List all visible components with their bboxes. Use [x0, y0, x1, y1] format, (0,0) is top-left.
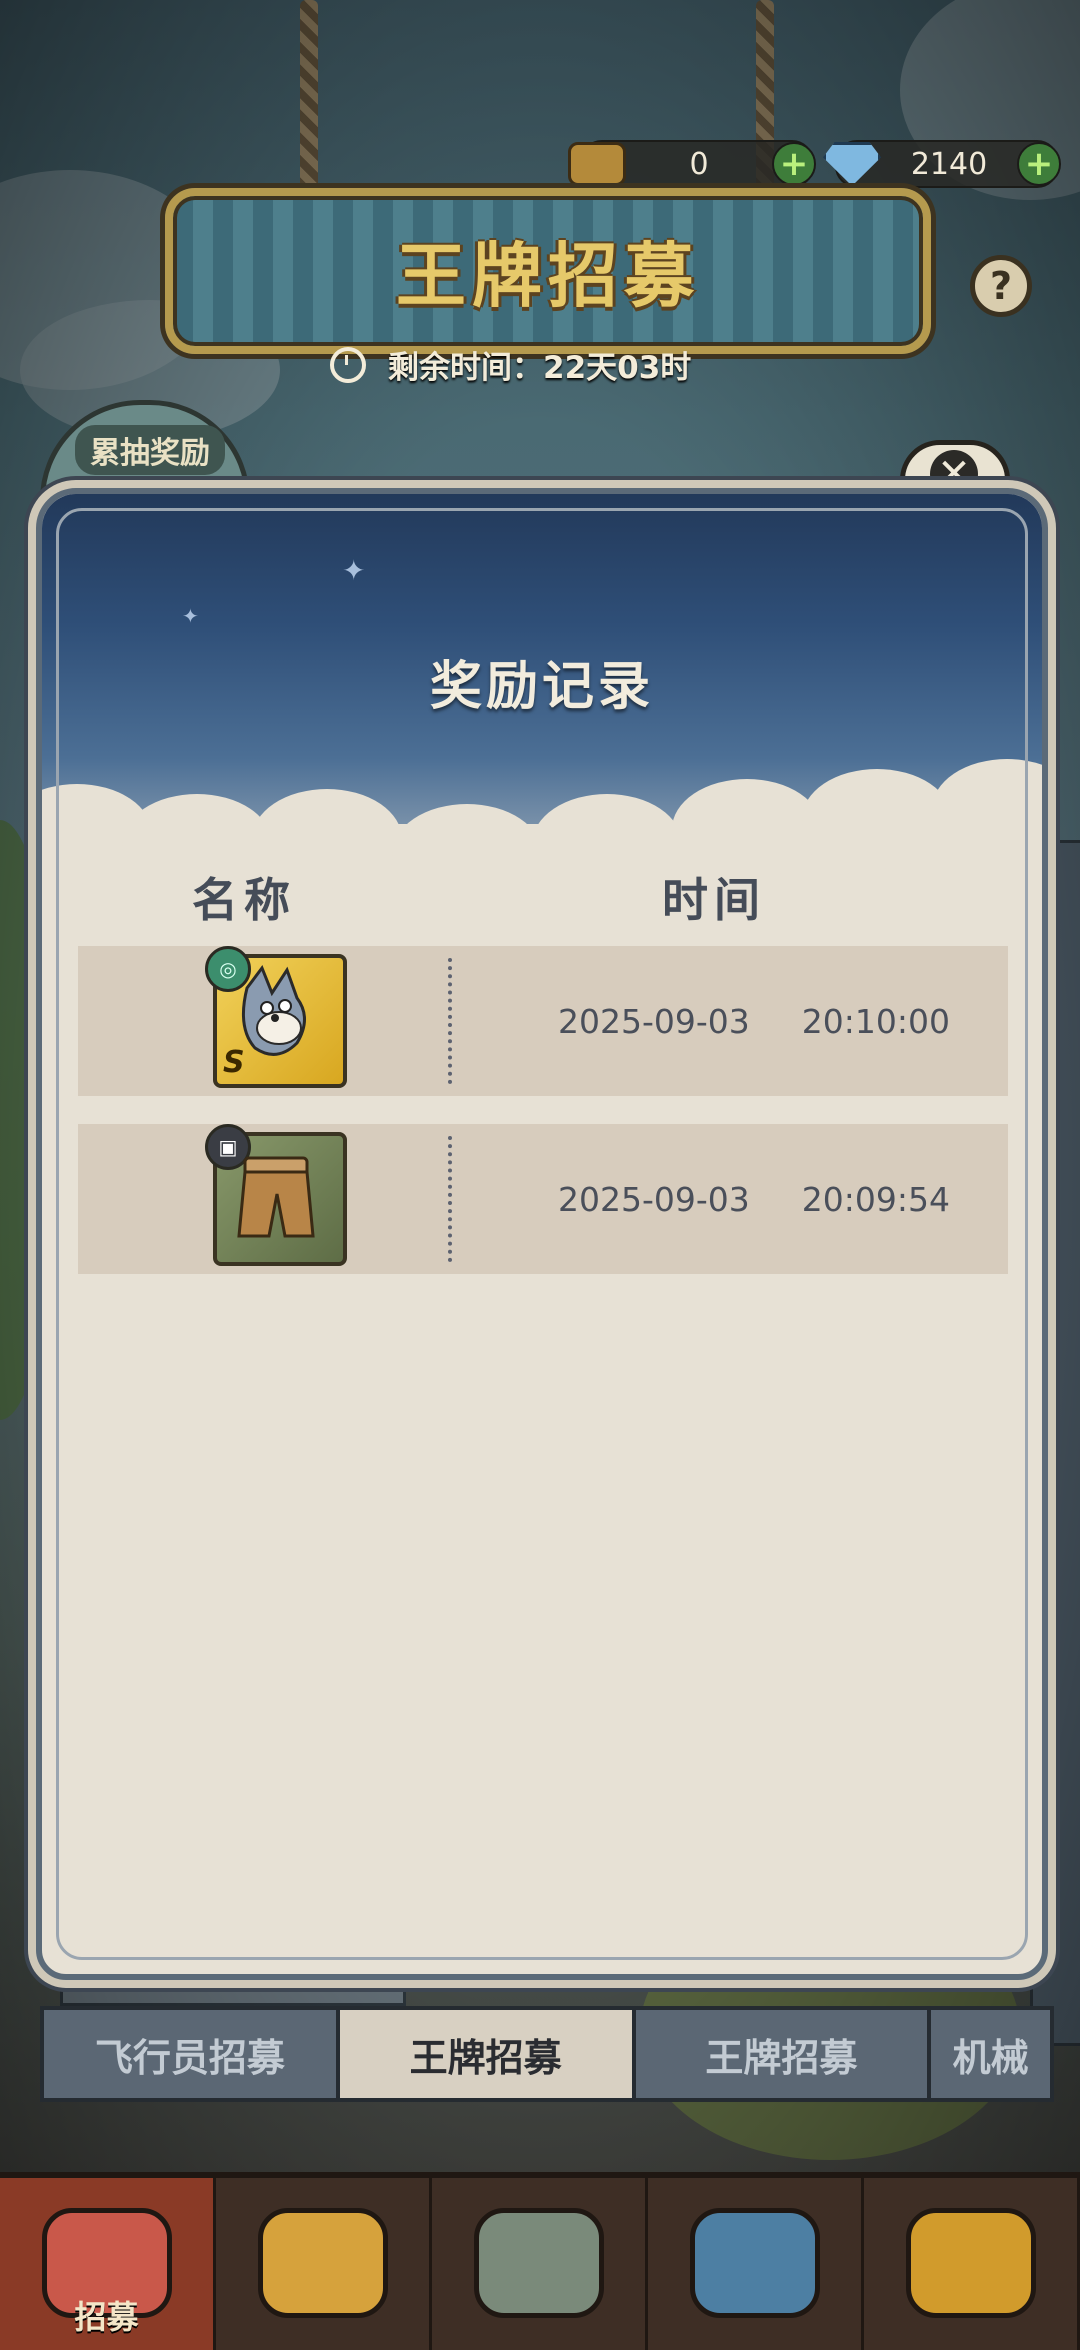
reward-record-dialog: ✦ ✦ 奖励记录 名称 时间 ◎ S 2025-09-03 20:10:00 ▣… — [36, 488, 1048, 1980]
dialog-title: 奖励记录 — [429, 657, 654, 717]
tab-pilot-recruit[interactable]: 飞行员招募 — [40, 2006, 340, 2102]
rope-decoration — [300, 0, 318, 200]
record-date: 2025-09-03 — [558, 1001, 750, 1041]
tab-ace-recruit[interactable]: 王牌招募 — [335, 2006, 636, 2102]
remaining-time: 剩余时间： 22天03时 — [330, 342, 691, 387]
timer-label: 剩余时间： — [388, 350, 543, 386]
coupon-icon — [568, 142, 626, 186]
record-time: 20:10:00 — [801, 1001, 950, 1041]
pants-image — [237, 1156, 315, 1238]
header-cloud-edge — [42, 754, 1042, 904]
tab-mechanic[interactable]: 机械 — [927, 2006, 1054, 2102]
coupon-currency-bar: 0 + — [568, 140, 816, 188]
tab-ace-recruit-2[interactable]: 王牌招募 — [631, 2006, 932, 2102]
goggles-chest-icon — [689, 2208, 820, 2318]
page-title: 王牌招募 — [396, 235, 700, 317]
record-date: 2025-09-03 — [558, 1179, 750, 1219]
star-decoration: ✦ — [182, 604, 199, 628]
cumulative-reward-label: 累抽奖励 — [75, 425, 225, 475]
bottom-nav: 招募 — [0, 2172, 1080, 2350]
nav-recruit[interactable]: 招募 — [0, 2178, 216, 2350]
record-row: ◎ S 2025-09-03 20:10:00 — [78, 946, 1008, 1096]
column-divider — [448, 958, 452, 1084]
tom-character-card-icon[interactable]: ◎ S — [205, 946, 347, 1088]
brown-pants-costume-icon[interactable]: ▣ — [205, 1124, 347, 1266]
add-diamond-button[interactable]: + — [1017, 142, 1061, 186]
timer-value: 22天03时 — [543, 350, 692, 386]
help-question-icon[interactable]: ? — [970, 255, 1032, 317]
record-row: ▣ 2025-09-03 20:09:54 — [78, 1124, 1008, 1274]
star-chest-icon — [905, 2208, 1036, 2318]
nav-shop[interactable] — [216, 2178, 432, 2350]
clock-icon — [330, 346, 366, 383]
add-coupon-button[interactable]: + — [772, 142, 816, 186]
nav-star-chest[interactable] — [864, 2178, 1080, 2350]
coupon-count: 0 — [689, 146, 709, 182]
diamond-count: 2140 — [910, 146, 988, 182]
dialog-header: ✦ ✦ 奖励记录 — [42, 494, 1042, 904]
record-timestamp: 2025-09-03 20:09:54 — [558, 1124, 950, 1274]
shop-bag-icon — [257, 2208, 388, 2318]
record-timestamp: 2025-09-03 20:10:00 — [558, 946, 950, 1096]
rank-label: S — [223, 1045, 245, 1080]
recruit-tab-bar: 飞行员招募 王牌招募 王牌招募 机械 — [40, 2006, 1054, 2102]
machine-icon — [473, 2208, 604, 2318]
record-time: 20:09:54 — [801, 1179, 950, 1219]
nav-machine[interactable] — [432, 2178, 648, 2350]
title-sign: 王牌招募 — [165, 188, 931, 354]
diamond-currency-bar: 2140 + — [823, 140, 1061, 188]
column-header-time: 时间 — [662, 873, 766, 927]
column-header-name: 名称 — [192, 873, 296, 927]
star-decoration: ✦ — [342, 554, 366, 587]
nav-recruit-label: 招募 — [74, 2298, 139, 2336]
nav-goggles[interactable] — [648, 2178, 864, 2350]
column-divider — [448, 1136, 452, 1262]
